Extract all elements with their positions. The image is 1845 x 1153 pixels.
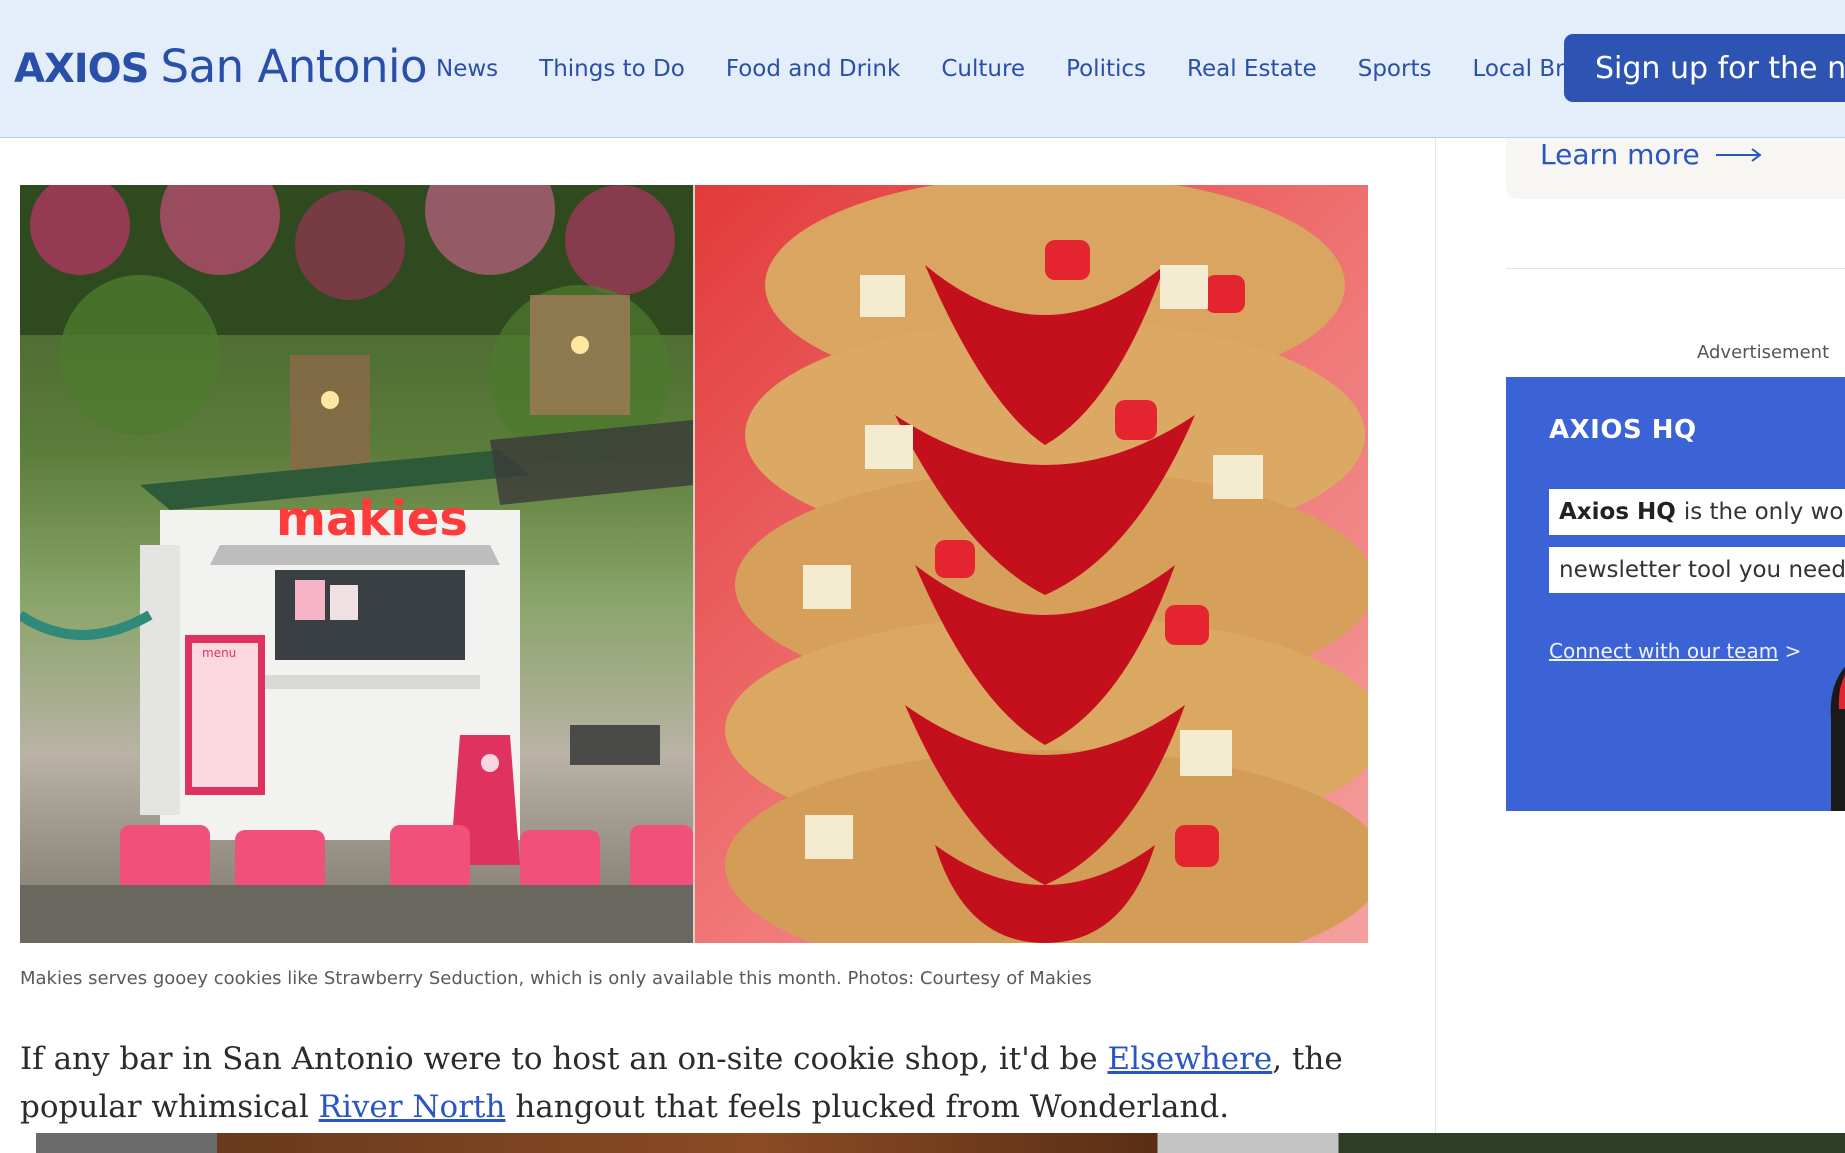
ad-headline-line-2: newsletter tool you need: [1549, 547, 1845, 593]
axios-logo-mark: AXIOS: [14, 46, 149, 92]
paragraph-text-1: If any bar in San Antonio were to host a…: [20, 1041, 1108, 1077]
ad-decorative-graphic: [1830, 666, 1845, 811]
shop-illustration: makies menu: [20, 185, 693, 943]
photo-caption: Makies serves gooey cookies like Strawbe…: [20, 968, 1092, 989]
sidebar-divider: [1435, 138, 1436, 1133]
axios-hq-logo: AXIOS HQ: [1549, 415, 1697, 445]
nav-item-news[interactable]: News: [436, 56, 498, 82]
axios-hq-ad[interactable]: AXIOS HQ Axios HQ is the only wor newsle…: [1506, 377, 1845, 811]
article-paragraph: If any bar in San Antonio were to host a…: [20, 1035, 1360, 1131]
axios-san-antonio-logo[interactable]: AXIOS San Antonio: [14, 40, 427, 93]
learn-more-card: Learn more: [1506, 138, 1845, 199]
learn-more-link[interactable]: Learn more: [1540, 138, 1762, 171]
elsewhere-link[interactable]: Elsewhere: [1107, 1041, 1272, 1077]
nav-item-real-estate[interactable]: Real Estate: [1187, 56, 1317, 82]
next-image-peek: [36, 1133, 1845, 1153]
nav-item-sports[interactable]: Sports: [1358, 56, 1432, 82]
photo-strawberry-cookies: [695, 185, 1368, 943]
menu-board-title: menu: [202, 646, 236, 660]
learn-more-label: Learn more: [1540, 138, 1700, 171]
paragraph-text-3: hangout that feels plucked from Wonderla…: [505, 1089, 1230, 1125]
nav-item-culture[interactable]: Culture: [941, 56, 1025, 82]
ad-cta-arrow: >: [1784, 639, 1802, 663]
ad-headline-line-1: Axios HQ is the only wor: [1549, 489, 1845, 535]
ad-cta-label: Connect with our team: [1549, 639, 1779, 663]
cookie-stack-illustration: [725, 185, 1368, 943]
logo-city-name: San Antonio: [160, 40, 428, 93]
sidebar-separator: [1506, 268, 1845, 269]
nav-item-things-to-do[interactable]: Things to Do: [539, 56, 685, 82]
ad-headline-text-2: newsletter tool you need: [1559, 557, 1845, 583]
ad-headline-text-1: is the only wor: [1683, 499, 1845, 525]
nav-item-food-and-drink[interactable]: Food and Drink: [726, 56, 901, 82]
arrow-right-icon: [1715, 147, 1762, 162]
article-photo: makies menu: [20, 185, 1368, 943]
main-nav: News Things to Do Food and Drink Culture…: [436, 0, 1634, 137]
ad-connect-link[interactable]: Connect with our team >: [1549, 639, 1801, 663]
nav-item-politics[interactable]: Politics: [1066, 56, 1146, 82]
advertisement-label: Advertisement: [1697, 342, 1830, 363]
photo-makies-shop: makies menu: [20, 185, 693, 943]
site-header: AXIOS San Antonio News Things to Do Food…: [0, 0, 1845, 138]
shop-neon-sign: makies: [276, 491, 468, 547]
newsletter-signup-button[interactable]: Sign up for the ne: [1564, 34, 1845, 102]
river-north-link[interactable]: River North: [319, 1089, 506, 1125]
ad-brand-bold: Axios HQ: [1559, 499, 1676, 525]
